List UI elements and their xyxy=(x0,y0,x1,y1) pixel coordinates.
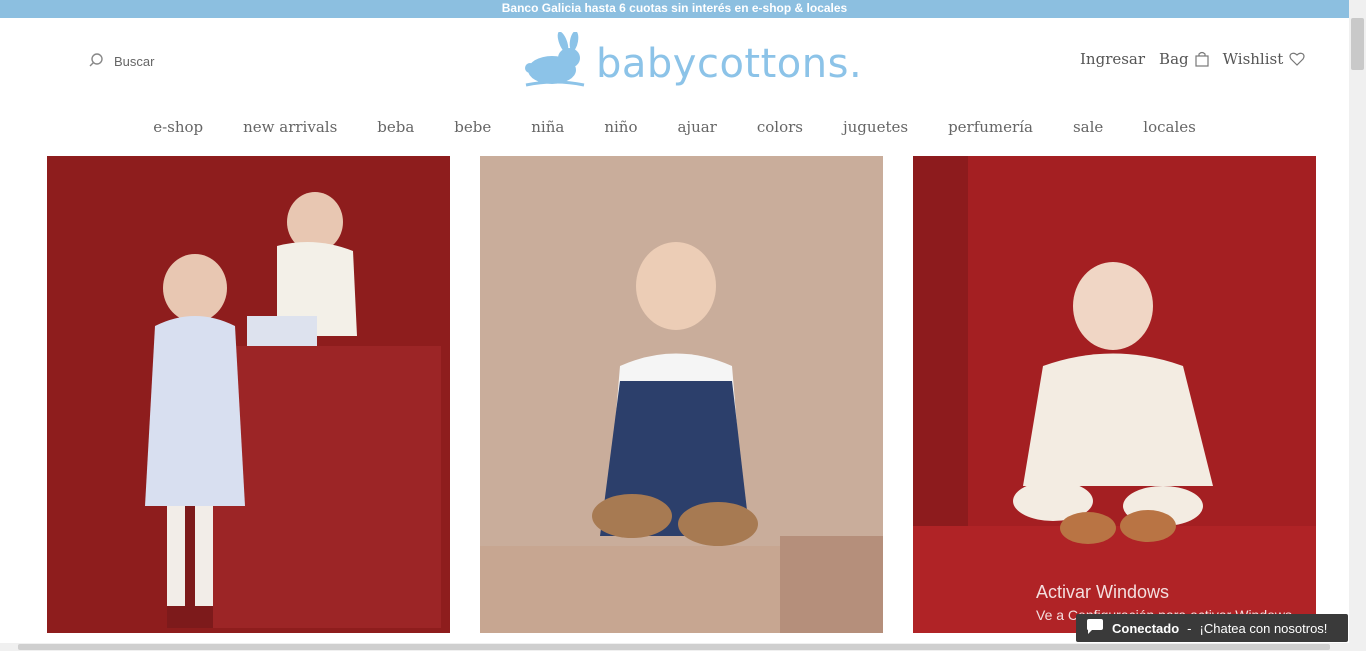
login-link[interactable]: Ingresar xyxy=(1080,50,1145,68)
nav-item-sale[interactable]: sale xyxy=(1073,118,1103,150)
heart-icon[interactable] xyxy=(1289,52,1305,66)
product-photo-1[interactable] xyxy=(47,156,450,633)
header: Buscar babycottons. Ingresar Bag Wishlis… xyxy=(0,18,1349,118)
chat-status[interactable]: Conectado xyxy=(1112,621,1179,636)
account-links: Ingresar Bag Wishlist xyxy=(1080,50,1305,68)
shopping-bag-icon[interactable] xyxy=(1195,51,1209,67)
wishlist-link[interactable]: Wishlist xyxy=(1223,50,1306,68)
login-label[interactable]: Ingresar xyxy=(1080,50,1145,68)
rabbit-logo-icon xyxy=(522,31,588,95)
horizontal-scroll-thumb[interactable] xyxy=(18,644,1330,650)
search-label[interactable]: Buscar xyxy=(114,54,154,69)
bag-label[interactable]: Bag xyxy=(1159,50,1189,68)
nav-item-ajuar[interactable]: ajuar xyxy=(677,118,716,150)
nav-item-new-arrivals[interactable]: new arrivals xyxy=(243,118,337,150)
chat-separator: - xyxy=(1187,620,1192,636)
nav-item-juguetes[interactable]: juguetes xyxy=(843,118,908,150)
nav-item-bebe[interactable]: bebe xyxy=(454,118,491,150)
nav-item-colors[interactable]: colors xyxy=(757,118,803,150)
vertical-scrollbar[interactable] xyxy=(1349,0,1366,651)
chat-bubble-icon[interactable] xyxy=(1086,618,1104,638)
wishlist-label[interactable]: Wishlist xyxy=(1223,50,1284,68)
vertical-scroll-thumb[interactable] xyxy=(1351,18,1364,70)
product-photo-2[interactable] xyxy=(480,156,883,633)
main-nav: e-shop new arrivals beba bebe niña niño ajuar c… xyxy=(0,118,1349,150)
product-photo-3[interactable] xyxy=(913,156,1316,633)
search-icon[interactable] xyxy=(88,52,104,71)
nav-item-beba[interactable]: beba xyxy=(377,118,414,150)
promo-bar: Banco Galicia hasta 6 cuotas sin interés… xyxy=(0,0,1349,18)
nav-item-locales[interactable]: locales xyxy=(1143,118,1196,150)
promo-text: Banco Galicia hasta 6 cuotas sin interés… xyxy=(501,1,848,15)
nav-item-perfumería[interactable]: perfumería xyxy=(948,118,1033,150)
logo[interactable]: babycottons. xyxy=(522,31,863,95)
bag-link[interactable]: Bag xyxy=(1159,50,1209,68)
nav-item-niña[interactable]: niña xyxy=(531,118,564,150)
chat-widget[interactable]: Conectado - ¡Chatea con nosotros! xyxy=(1076,614,1348,642)
horizontal-scrollbar[interactable] xyxy=(0,643,1349,651)
nav-item-niño[interactable]: niño xyxy=(604,118,637,150)
search[interactable]: Buscar xyxy=(88,52,154,71)
nav-item-e-shop[interactable]: e-shop xyxy=(153,118,203,150)
chat-message[interactable]: ¡Chatea con nosotros! xyxy=(1200,621,1328,636)
watermark-title: Activar Windows xyxy=(1036,582,1170,602)
logo-text: babycottons. xyxy=(596,40,863,87)
